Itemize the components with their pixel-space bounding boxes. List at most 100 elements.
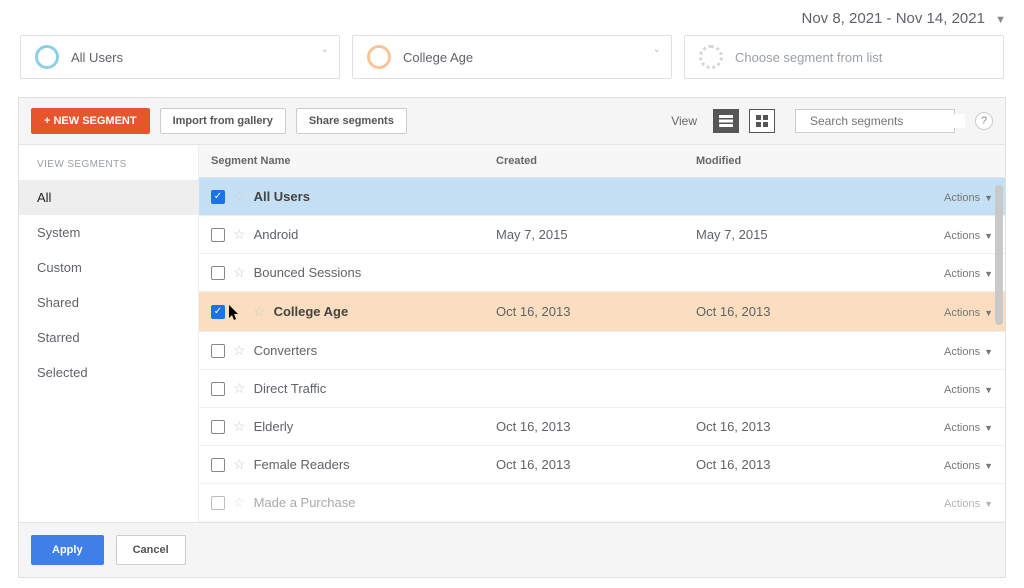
chevron-down-icon: ▼ [984,231,993,241]
segment-name: College Age [274,304,349,319]
table-row[interactable]: ✓☆College AgeOct 16, 2013Oct 16, 2013Act… [199,292,1005,332]
cell-modified: Oct 16, 2013 [684,447,879,482]
star-icon[interactable]: ☆ [233,264,246,281]
star-icon[interactable]: ☆ [233,226,246,243]
cell-created [484,263,684,283]
sidebar-item-custom[interactable]: Custom [19,250,198,285]
date-range-label: Nov 8, 2021 - Nov 14, 2021 [801,10,984,27]
row-checkbox[interactable]: ✓ [211,190,225,204]
star-icon[interactable]: ☆ [233,418,246,435]
segment-chip-college-age[interactable]: College Age ⌄ [352,35,672,79]
actions-label: Actions [944,192,980,204]
view-grid-button[interactable] [749,109,775,133]
table-row[interactable]: ☆Direct TrafficActions ▼ [199,370,1005,408]
segment-chips: All Users ⌄ College Age ⌄ Choose segment… [0,35,1024,97]
circle-icon [35,45,59,69]
star-icon[interactable]: ☆ [233,456,246,473]
cell-modified [684,263,879,283]
chip-label: College Age [403,50,473,65]
row-checkbox[interactable] [211,420,225,434]
actions-menu[interactable]: Actions ▼ [944,498,993,510]
new-segment-button[interactable]: + NEW SEGMENT [31,108,150,134]
star-icon[interactable]: ☆ [253,303,266,320]
row-checkbox[interactable]: ✓ [211,305,225,319]
panel-body: VIEW SEGMENTS AllSystemCustomSharedStarr… [19,144,1005,522]
col-header-modified[interactable]: Modified [684,145,879,177]
sidebar-item-all[interactable]: All [19,180,198,215]
sidebar-item-system[interactable]: System [19,215,198,250]
chevron-down-icon: ▼ [984,347,993,357]
table-row[interactable]: ☆ Android May 7, 2015May 7, 2015 Actions ▼ [199,216,1005,254]
col-header-actions [879,145,1005,177]
share-segments-button[interactable]: Share segments [296,108,407,134]
cell-modified [684,493,879,513]
cell-created [484,341,684,361]
list-icon [719,115,733,127]
actions-label: Actions [944,384,980,396]
star-icon[interactable]: ☆ [233,188,246,205]
segment-chip-add[interactable]: Choose segment from list [684,35,1004,79]
search-segments[interactable] [795,109,955,133]
row-checkbox[interactable] [211,382,225,396]
cell-created: Oct 16, 2013 [484,447,684,482]
apply-button[interactable]: Apply [31,535,104,565]
segment-name: Android [254,227,299,242]
actions-menu[interactable]: Actions ▼ [944,384,993,396]
actions-menu[interactable]: Actions ▼ [944,230,993,242]
cell-created: May 7, 2015 [484,217,684,252]
actions-label: Actions [944,422,980,434]
table-row[interactable]: ☆ Female Readers Oct 16, 2013Oct 16, 2013 A… [199,446,1005,484]
cancel-button[interactable]: Cancel [116,535,186,565]
sidebar-item-starred[interactable]: Starred [19,320,198,355]
row-checkbox[interactable] [211,266,225,280]
help-icon[interactable]: ? [975,112,993,130]
table-row[interactable]: ☆Made a PurchaseActions ▼ [199,484,1005,522]
import-gallery-button[interactable]: Import from gallery [160,108,286,134]
col-header-created[interactable]: Created [484,145,684,177]
actions-menu[interactable]: Actions ▼ [944,192,993,204]
segments-table: Segment Name Created Modified ✓ ☆ All User… [199,145,1005,522]
sidebar-item-shared[interactable]: Shared [19,285,198,320]
segment-name: Female Readers [254,457,350,472]
star-icon[interactable]: ☆ [233,380,246,397]
cell-created [484,379,684,399]
search-input[interactable] [810,114,965,128]
cell-modified [684,379,879,399]
table-row[interactable]: ✓ ☆ All Users Actions ▼ [199,178,1005,216]
sidebar-heading: VIEW SEGMENTS [19,159,198,180]
row-checkbox[interactable] [211,228,225,242]
view-list-button[interactable] [713,109,739,133]
actions-label: Actions [944,268,980,280]
chip-label: All Users [71,50,123,65]
actions-menu[interactable]: Actions ▼ [944,307,993,319]
scrollbar[interactable] [995,185,1003,325]
star-icon[interactable]: ☆ [233,494,246,511]
actions-label: Actions [944,230,980,242]
col-header-name[interactable]: Segment Name [199,145,484,177]
chevron-down-icon: ▼ [984,269,993,279]
cell-modified: Oct 16, 2013 [684,409,879,444]
circle-icon [699,45,723,69]
date-range-picker[interactable]: Nov 8, 2021 - Nov 14, 2021 ▼ [0,0,1024,35]
table-header: Segment Name Created Modified [199,145,1005,178]
actions-menu[interactable]: Actions ▼ [944,460,993,472]
table-row[interactable]: ☆ConvertersActions ▼ [199,332,1005,370]
sidebar-item-selected[interactable]: Selected [19,355,198,390]
actions-menu[interactable]: Actions ▼ [944,346,993,358]
actions-label: Actions [944,498,980,510]
segment-name: Bounced Sessions [254,265,362,280]
actions-menu[interactable]: Actions ▼ [944,268,993,280]
table-row[interactable]: ☆ElderlyOct 16, 2013Oct 16, 2013Actions … [199,408,1005,446]
chevron-down-icon: ▼ [984,308,993,318]
row-checkbox[interactable] [211,344,225,358]
actions-menu[interactable]: Actions ▼ [944,422,993,434]
chevron-down-icon: ⌄ [321,44,329,55]
segment-name: All Users [254,189,310,204]
row-checkbox[interactable] [211,458,225,472]
chevron-down-icon: ▼ [984,423,993,433]
row-checkbox[interactable] [211,496,225,510]
star-icon[interactable]: ☆ [233,342,246,359]
table-row[interactable]: ☆ Bounced Sessions Actions ▼ [199,254,1005,292]
segment-chip-all-users[interactable]: All Users ⌄ [20,35,340,79]
cell-modified: May 7, 2015 [684,217,879,252]
